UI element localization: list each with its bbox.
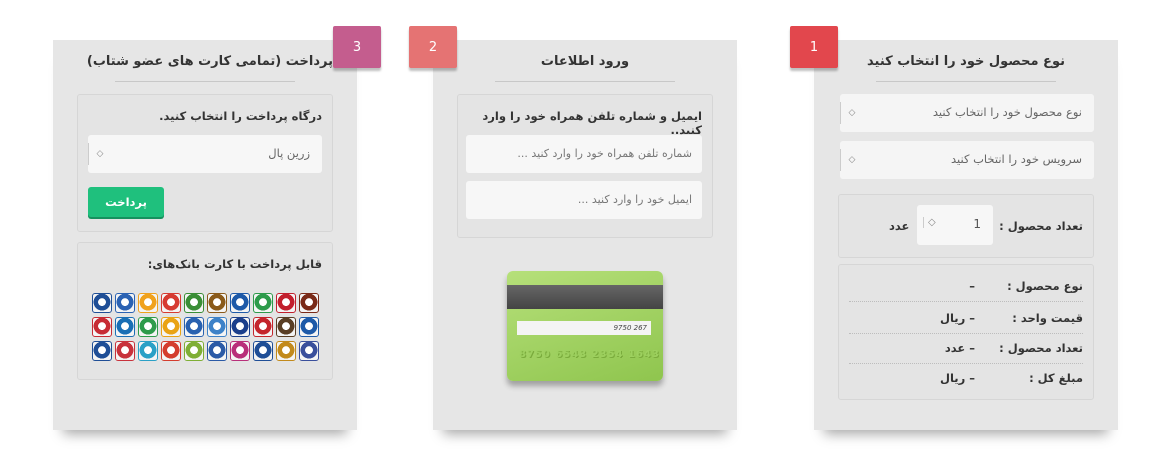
signature-strip: 9750 267 bbox=[517, 321, 651, 335]
bank-logo-icon bbox=[299, 293, 319, 313]
product-type-placeholder: نوع محصول خود را انتخاب کنید bbox=[932, 105, 1082, 119]
contact-instruction: ایمیل و شماره تلفن همراه خود را وارد کنی… bbox=[482, 109, 702, 137]
summary-value: – bbox=[969, 279, 975, 293]
bank-logo-icon bbox=[276, 341, 296, 361]
summary-key: نوع محصول : bbox=[1007, 279, 1083, 293]
panel-title: نوع محصول خود را انتخاب کنید bbox=[867, 54, 1065, 69]
summary-value: – ریال bbox=[940, 371, 975, 385]
divider bbox=[115, 81, 295, 82]
contact-box: ایمیل و شماره تلفن همراه خود را وارد کنی… bbox=[457, 94, 713, 238]
bank-logo-icon bbox=[138, 293, 158, 313]
service-placeholder: سرویس خود را انتخاب کنید bbox=[950, 152, 1082, 166]
bank-logo-icon bbox=[253, 293, 273, 313]
payment-panel: 3 پرداخت (تمامی کارت های عضو شتاب) درگاه… bbox=[53, 26, 381, 430]
banks-label: قابل پرداخت با کارت بانک‌های: bbox=[147, 257, 322, 271]
bank-logo-icon bbox=[184, 317, 204, 337]
bank-logo-icon bbox=[207, 341, 227, 361]
bank-logo-icon bbox=[299, 317, 319, 337]
gateway-selected: زرین پال bbox=[268, 146, 310, 160]
order-summary: نوع محصول : – قیمت واحد : – ریال تعداد م… bbox=[838, 264, 1094, 400]
bank-logo-icon bbox=[161, 341, 181, 361]
quantity-label: تعداد محصول : bbox=[999, 219, 1083, 233]
magnetic-stripe bbox=[507, 285, 663, 309]
bank-logo-icon bbox=[299, 341, 319, 361]
info-panel: 2 ورود اطلاعات ایمیل و شماره تلفن همراه … bbox=[409, 26, 737, 430]
email-placeholder: ایمیل خود را وارد کنید ... bbox=[577, 193, 692, 206]
bank-logo-icon bbox=[161, 317, 181, 337]
quantity-unit: عدد bbox=[889, 219, 910, 233]
gateway-select[interactable]: زرین پال ◇ bbox=[88, 135, 322, 173]
bank-logo-icon bbox=[138, 341, 158, 361]
bank-logo-icon bbox=[230, 293, 250, 313]
quantity-stepper[interactable]: 1 ◇ bbox=[917, 205, 993, 245]
service-select[interactable]: سرویس خود را انتخاب کنید ◇ bbox=[840, 141, 1094, 179]
email-input[interactable]: ایمیل خود را وارد کنید ... bbox=[466, 181, 702, 219]
bank-logo-icon bbox=[276, 317, 296, 337]
bank-logo-icon bbox=[92, 293, 112, 313]
select-arrows-icon: ◇ bbox=[88, 143, 111, 165]
bank-logo-icon bbox=[230, 317, 250, 337]
summary-row: نوع محصول : – bbox=[849, 271, 1083, 302]
gateway-box: درگاه پرداخت را انتخاب کنید. زرین پال ◇ … bbox=[77, 94, 333, 232]
bank-logo-icon bbox=[207, 317, 227, 337]
bank-logo-icon bbox=[161, 293, 181, 313]
select-arrows-icon: ◇ bbox=[840, 102, 863, 124]
summary-row: تعداد محصول : – عدد bbox=[849, 333, 1083, 364]
bank-logo-icon bbox=[92, 341, 112, 361]
divider bbox=[876, 81, 1056, 82]
bank-logos bbox=[92, 293, 320, 363]
bank-logo-icon bbox=[92, 317, 112, 337]
bank-logo-icon bbox=[253, 341, 273, 361]
summary-row: قیمت واحد : – ریال bbox=[849, 303, 1083, 334]
summary-key: قیمت واحد : bbox=[1012, 311, 1083, 325]
pay-button[interactable]: پرداخت bbox=[88, 187, 164, 217]
bank-logo-icon bbox=[253, 317, 273, 337]
panel-title: پرداخت (تمامی کارت های عضو شتاب) bbox=[86, 54, 333, 69]
bank-logo-icon bbox=[230, 341, 250, 361]
summary-key: تعداد محصول : bbox=[999, 341, 1083, 355]
bank-logo-icon bbox=[115, 293, 135, 313]
bank-logo-icon bbox=[115, 341, 135, 361]
product-panel: 1 نوع محصول خود را انتخاب کنید نوع محصول… bbox=[790, 26, 1118, 430]
product-type-select[interactable]: نوع محصول خود را انتخاب کنید ◇ bbox=[840, 94, 1094, 132]
divider bbox=[495, 81, 675, 82]
banks-box: قابل پرداخت با کارت بانک‌های: bbox=[77, 242, 333, 380]
select-arrows-icon: ◇ bbox=[840, 149, 863, 171]
quantity-value: 1 bbox=[973, 217, 981, 231]
summary-row: مبلغ کل : – ریال bbox=[849, 363, 1083, 393]
stepper-arrows-icon[interactable]: ◇ bbox=[923, 217, 936, 228]
bank-logo-icon bbox=[207, 293, 227, 313]
bank-logo-icon bbox=[184, 293, 204, 313]
credit-card-illustration: 9750 267 1643 2354 6543 8750 bbox=[507, 271, 663, 381]
phone-input[interactable]: شماره تلفن همراه خود را وارد کنید ... bbox=[466, 135, 702, 173]
card-number: 1643 2354 6543 8750 bbox=[519, 349, 660, 360]
bank-logo-icon bbox=[138, 317, 158, 337]
summary-value: – عدد bbox=[944, 341, 975, 355]
quantity-box: تعداد محصول : 1 ◇ عدد bbox=[838, 194, 1094, 258]
summary-key: مبلغ کل : bbox=[1029, 371, 1083, 385]
panel-title: ورود اطلاعات bbox=[540, 54, 630, 69]
step-badge: 3 bbox=[333, 26, 381, 68]
bank-logo-icon bbox=[276, 293, 296, 313]
summary-value: – ریال bbox=[940, 311, 975, 325]
bank-logo-icon bbox=[115, 317, 135, 337]
phone-placeholder: شماره تلفن همراه خود را وارد کنید ... bbox=[517, 147, 692, 160]
gateway-label: درگاه پرداخت را انتخاب کنید. bbox=[159, 109, 322, 123]
bank-logo-icon bbox=[184, 341, 204, 361]
